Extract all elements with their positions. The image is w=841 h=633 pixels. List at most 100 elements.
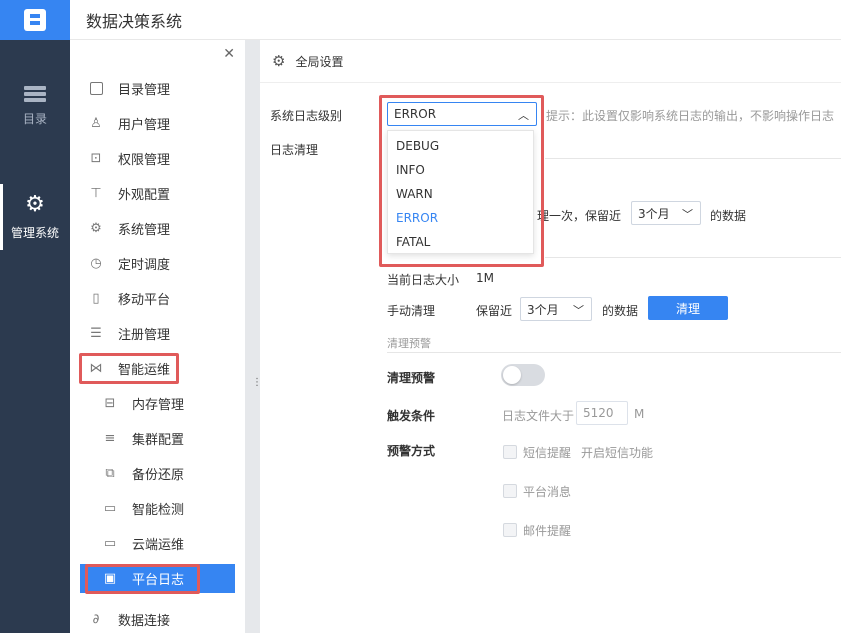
clean-schedule-text: 理一次，保留近 — [537, 209, 622, 223]
log-level-select[interactable]: ERROR ︿ — [387, 102, 537, 126]
panel-splitter[interactable] — [245, 40, 260, 633]
email-label: 邮件提醒 — [523, 524, 572, 538]
rail-item-label: 目录 — [22, 112, 47, 126]
manual-suffix: 的数据 — [602, 304, 639, 318]
sidebar-item-system[interactable]: ⚙ 系统管理 — [70, 211, 245, 246]
gear-icon: ⚙ — [272, 52, 286, 70]
sidebar-item-label: 智能运维 — [118, 363, 171, 378]
fanruan-logo-icon — [24, 9, 46, 31]
network-icon: ⋈ — [89, 361, 103, 376]
sidebar-item-cloud-ops[interactable]: ▭ 云端运维 — [70, 526, 245, 561]
app-logo[interactable] — [0, 0, 70, 40]
rail-item-management[interactable]: ⚙ 管理系统 — [0, 184, 70, 250]
manual-prefix: 保留近 — [476, 304, 513, 318]
sidebar-item-label: 目录管理 — [118, 83, 171, 98]
sidebar-item-label: 平台日志 — [132, 573, 185, 588]
backup-icon: ⧉ — [105, 466, 115, 481]
option-debug[interactable]: DEBUG — [396, 139, 439, 153]
warning-section-title: 清理预警 — [387, 337, 431, 350]
sidebar-item-permissions[interactable]: ⊡ 权限管理 — [70, 141, 245, 176]
sidebar-item-users[interactable]: ♙ 用户管理 — [70, 106, 245, 141]
sidebar-item-label: 云端运维 — [132, 538, 185, 553]
manual-retain-value: 3个月 — [527, 302, 559, 317]
sms-enable-link[interactable]: 开启短信功能 — [581, 444, 653, 461]
cluster-icon: ≡ — [104, 431, 116, 446]
platform-message-checkbox[interactable] — [503, 484, 517, 498]
sidebar-item-label: 用户管理 — [118, 118, 171, 133]
memory-icon: ⊟ — [104, 396, 116, 411]
sidebar-item-appearance[interactable]: ⊤ 外观配置 — [70, 176, 245, 211]
paint-roller-icon: ⊤ — [90, 186, 102, 201]
trigger-text: 日志文件大于 — [502, 409, 575, 423]
trigger-size-value: 5120 — [583, 406, 614, 420]
sidebar: ✕ 目录管理 ♙ 用户管理 ⊡ 权限管理 ⊤ 外观配置 ⚙ 系统管理 ◷ 定时调… — [70, 40, 245, 633]
sidebar-item-schedule[interactable]: ◷ 定时调度 — [70, 246, 245, 281]
trigger-size-input[interactable]: 5120 — [576, 401, 628, 425]
log-level-label: 系统日志级别 — [270, 109, 343, 123]
sidebar-item-label: 智能检测 — [132, 503, 185, 518]
chevron-up-icon: ︿ — [518, 109, 529, 122]
manual-clean-label: 手动清理 — [387, 304, 436, 318]
log-level-dropdown: DEBUG INFO WARN ERROR FATAL — [387, 130, 534, 254]
lock-icon: ⊡ — [90, 151, 102, 166]
cloud-monitor-icon: ▭ — [103, 536, 117, 551]
chevron-down-icon: ﹀ — [573, 304, 584, 317]
option-info[interactable]: INFO — [396, 163, 425, 177]
rail-item-catalog[interactable]: 目录 — [0, 86, 70, 127]
sidebar-item-label: 数据连接 — [118, 614, 171, 629]
log-level-hint: 提示：此设置仅影响系统日志的输出，不影响操作日志 — [546, 109, 835, 123]
gear-icon: ⚙ — [25, 192, 45, 217]
clean-button[interactable]: 清理 — [648, 296, 728, 320]
sidebar-item-catalog[interactable]: 目录管理 — [70, 71, 245, 106]
sidebar-item-label: 备份还原 — [132, 468, 185, 483]
log-level-value: ERROR — [394, 107, 437, 121]
sidebar-item-detect[interactable]: ▭ 智能检测 — [70, 491, 245, 526]
rail-item-label: 管理系统 — [10, 226, 59, 240]
register-icon: ☰ — [90, 326, 102, 341]
option-error[interactable]: ERROR — [396, 211, 438, 225]
retain-period-select[interactable]: 3个月 ﹀ — [631, 201, 701, 225]
top-bar: 数据决策系统 — [70, 0, 841, 40]
sidebar-item-backup[interactable]: ⧉ 备份还原 — [70, 456, 245, 491]
manual-retain-select[interactable]: 3个月 ﹀ — [520, 297, 592, 321]
sidebar-item-register[interactable]: ☰ 注册管理 — [70, 316, 245, 351]
current-size-label: 当前日志大小 — [387, 273, 460, 287]
sidebar-item-label: 定时调度 — [118, 258, 171, 273]
calendar-icon: ▣ — [103, 571, 117, 586]
option-fatal[interactable]: FATAL — [396, 235, 430, 249]
catalog-icon — [88, 81, 104, 97]
list-icon — [24, 86, 46, 102]
sidebar-item-data-connection[interactable]: ∂ 数据连接 — [70, 602, 245, 633]
method-label: 预警方式 — [387, 444, 436, 458]
app-title: 数据决策系统 — [86, 11, 183, 31]
retain-period-value: 3个月 — [638, 206, 670, 221]
platform-message-label: 平台消息 — [523, 485, 572, 499]
left-rail: 目录 ⚙ 管理系统 — [0, 40, 70, 633]
sidebar-item-label: 系统管理 — [118, 223, 171, 238]
divider — [545, 158, 841, 159]
user-icon: ♙ — [90, 116, 102, 131]
current-size-value: 1M — [476, 271, 494, 285]
email-checkbox[interactable] — [503, 523, 517, 537]
unpin-icon[interactable]: ✕ — [223, 46, 235, 62]
sms-label: 短信提醒 — [523, 446, 572, 460]
warning-toggle-label: 清理预警 — [387, 371, 436, 385]
main-panel: ⚙ 全局设置 系统日志级别 ERROR ︿ 提示：此设置仅影响系统日志的输出，不… — [260, 40, 841, 633]
divider — [387, 352, 841, 353]
sidebar-item-mobile[interactable]: ▯ 移动平台 — [70, 281, 245, 316]
option-warn[interactable]: WARN — [396, 187, 433, 201]
sidebar-item-label: 外观配置 — [118, 188, 171, 203]
timer-icon: ◷ — [90, 256, 102, 271]
chevron-down-icon: ﹀ — [682, 208, 693, 221]
sidebar-item-cluster[interactable]: ≡ 集群配置 — [70, 421, 245, 456]
sidebar-item-smart-ops[interactable]: ⋈ 智能运维 — [70, 351, 245, 386]
divider — [545, 257, 841, 258]
sidebar-item-memory[interactable]: ⊟ 内存管理 — [70, 386, 245, 421]
warning-toggle[interactable] — [501, 364, 545, 386]
sidebar-item-label: 集群配置 — [132, 433, 185, 448]
gear-icon: ⚙ — [90, 221, 102, 236]
sidebar-item-platform-log[interactable]: ▣ 平台日志 — [80, 564, 235, 593]
panel-title: 全局设置 — [295, 54, 344, 69]
sms-checkbox[interactable] — [503, 445, 517, 459]
log-clean-label: 日志清理 — [270, 143, 319, 157]
